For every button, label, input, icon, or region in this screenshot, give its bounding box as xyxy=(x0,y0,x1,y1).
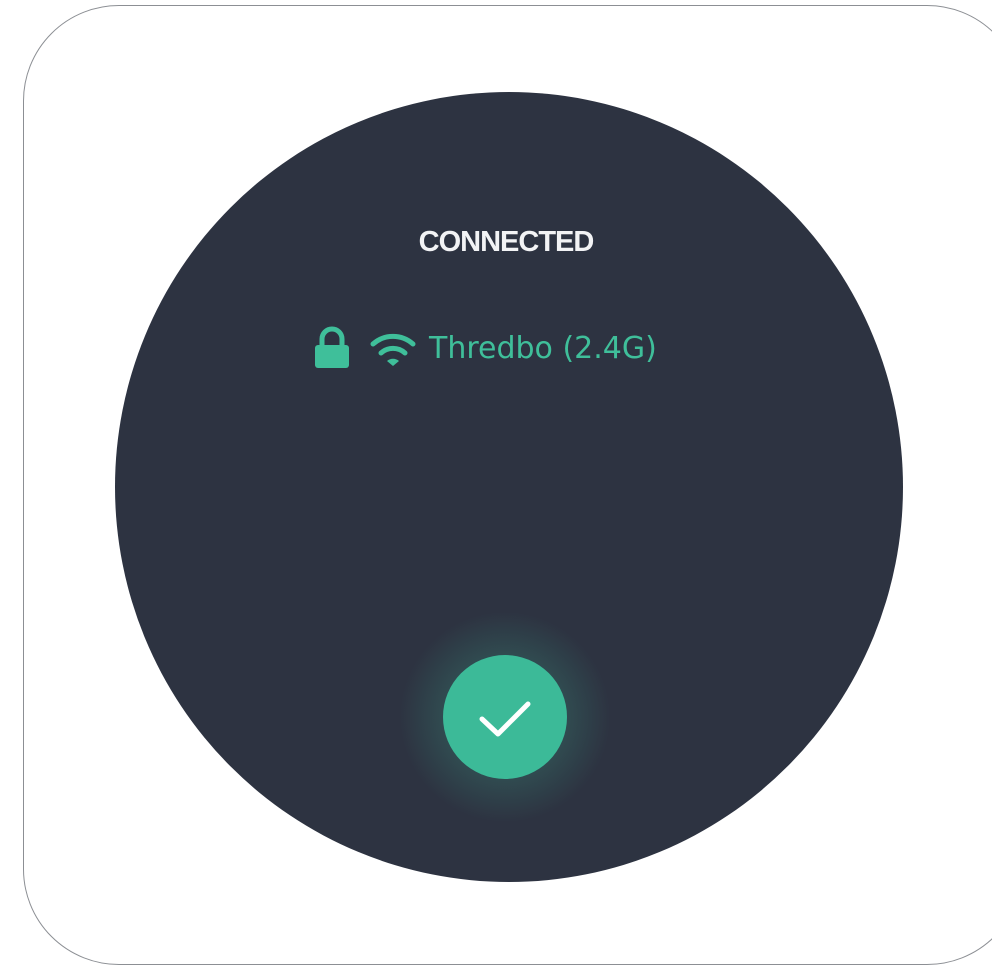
lock-icon xyxy=(313,326,351,370)
network-info-row: Thredbo (2.4G) xyxy=(313,326,657,370)
network-name: Thredbo (2.4G) xyxy=(429,330,657,366)
check-icon xyxy=(470,682,540,752)
connection-status-title: CONNECTED xyxy=(418,226,595,258)
connected-check-button[interactable] xyxy=(443,655,567,779)
wifi-icon xyxy=(369,326,417,370)
